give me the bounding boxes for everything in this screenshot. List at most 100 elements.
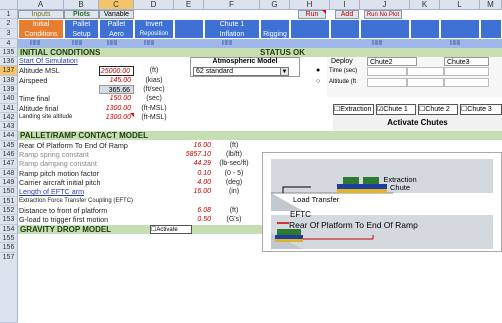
- row-header-143[interactable]: 143: [0, 122, 18, 131]
- column-header-b[interactable]: B: [64, 0, 99, 10]
- row-header-135[interactable]: 135: [0, 48, 18, 57]
- column-header-a[interactable]: A: [18, 0, 64, 10]
- column-header-f[interactable]: F: [204, 0, 260, 10]
- ramp-damping-input[interactable]: 44.29: [174, 159, 214, 169]
- row-header-144[interactable]: 144: [0, 131, 18, 141]
- column-header-h[interactable]: H: [290, 0, 330, 10]
- row-header-2[interactable]: 2: [0, 19, 18, 29]
- altitude-msl-input[interactable]: 25000.00: [99, 66, 134, 76]
- deploy-value-3[interactable]: [444, 67, 489, 76]
- chute1-inflation-button[interactable]: Chute 1 Inflation: [204, 19, 260, 39]
- altitude-final-input[interactable]: 1300.00: [99, 104, 134, 113]
- row4-mark: ||||||||: [372, 40, 383, 46]
- ramp-pitch-input[interactable]: 0.10: [174, 169, 214, 178]
- row4-mark: ||||||||: [450, 40, 461, 46]
- atmospheric-model-select[interactable]: 62 standard: [193, 67, 289, 76]
- plots-tab-button[interactable]: Plots: [64, 10, 99, 19]
- row-header-146[interactable]: 146: [0, 150, 18, 159]
- landing-site-input[interactable]: 1300.00: [99, 113, 134, 122]
- gravity-activate-checkbox[interactable]: ☐Activate: [150, 225, 192, 234]
- nav-blank-m[interactable]: [480, 19, 502, 39]
- invert-label: Invert: [145, 21, 163, 28]
- pallet-bottom: [275, 239, 303, 242]
- deploy-value-2[interactable]: [407, 67, 444, 76]
- altitude-final-label: Altitude final: [19, 104, 59, 113]
- add-button[interactable]: Add: [335, 10, 359, 19]
- invert-reposition-button[interactable]: Invert Reposition: [134, 19, 174, 39]
- deploy-value-5[interactable]: [407, 78, 444, 87]
- nav-blank-e[interactable]: [174, 19, 204, 39]
- nav-blank-j[interactable]: [360, 19, 410, 39]
- deploy-value-1[interactable]: [367, 67, 407, 76]
- row-header-151[interactable]: 151: [0, 197, 18, 206]
- airspeed-input[interactable]: 145.00: [99, 76, 134, 85]
- activate-chutes-label: Activate Chutes: [333, 117, 502, 129]
- row-header-136[interactable]: 136: [0, 57, 18, 66]
- chute2-field[interactable]: Chute2: [367, 57, 417, 66]
- carrier-pitch-input[interactable]: 4.00: [174, 178, 214, 187]
- rigging-button[interactable]: Rigging: [260, 19, 290, 39]
- chute3-field[interactable]: Chute3: [444, 57, 489, 66]
- row-header-157[interactable]: 157: [0, 253, 18, 323]
- time-final-input[interactable]: 150.00: [99, 94, 134, 104]
- column-header-j[interactable]: J: [360, 0, 410, 10]
- deploy-value-6[interactable]: [444, 78, 489, 87]
- column-header-e[interactable]: E: [174, 0, 204, 10]
- row-header-150[interactable]: 150: [0, 187, 18, 197]
- distance-front-unit: (ft): [229, 207, 239, 214]
- nav-blank-k[interactable]: [410, 19, 440, 39]
- row-header-140[interactable]: 140: [0, 94, 18, 104]
- nav-blank-i[interactable]: [330, 19, 360, 39]
- pallet-setup-button[interactable]: Pallet Setup: [64, 19, 99, 39]
- nav-blank-l[interactable]: [440, 19, 480, 39]
- start-simulation-link[interactable]: Start Of Simulation: [19, 57, 129, 66]
- column-header-i[interactable]: I: [330, 0, 360, 10]
- column-header-d[interactable]: D: [134, 0, 174, 10]
- column-header-l[interactable]: L: [440, 0, 480, 10]
- row-header-4[interactable]: 4: [0, 39, 18, 48]
- row-header-149[interactable]: 149: [0, 178, 18, 187]
- initial-conditions-button[interactable]: Initial Conditions: [18, 19, 64, 39]
- row-header-1[interactable]: 1: [0, 10, 18, 19]
- rear-platform-input[interactable]: 16.00: [174, 141, 214, 150]
- eftc-arm-link[interactable]: Length of EFTC arm: [19, 187, 169, 197]
- select-all-corner[interactable]: [0, 0, 18, 10]
- altitude-radio[interactable]: ○: [316, 78, 324, 86]
- inputs-tab-button[interactable]: Inputs: [18, 10, 64, 19]
- column-header-c[interactable]: C: [99, 0, 134, 10]
- column-header-k[interactable]: K: [410, 0, 440, 10]
- row-header-145[interactable]: 145: [0, 141, 18, 150]
- chute3-label: Chute 3: [467, 106, 492, 113]
- row-header-155[interactable]: 155: [0, 234, 18, 243]
- row-header-156[interactable]: 156: [0, 243, 18, 253]
- dropdown-arrow-icon[interactable]: ▼: [280, 67, 289, 76]
- pallet-aero-button[interactable]: Pallet Aero: [99, 19, 134, 39]
- chute3-checkbox[interactable]: ☐Chute 3: [460, 104, 502, 115]
- row-header-153[interactable]: 153: [0, 215, 18, 225]
- row-header-137[interactable]: 137: [0, 66, 18, 76]
- row-header-148[interactable]: 148: [0, 169, 18, 178]
- row-header-142[interactable]: 142: [0, 113, 18, 122]
- g-load-input[interactable]: 0.50: [174, 215, 214, 225]
- deploy-value-4[interactable]: [367, 78, 407, 87]
- ramp-spring-input[interactable]: 5857.10: [174, 150, 214, 159]
- extraction-checkbox[interactable]: ☐Extraction: [333, 104, 374, 115]
- row-header-154[interactable]: 154: [0, 225, 18, 234]
- time-radio[interactable]: ●: [316, 67, 324, 75]
- chute2-checkbox[interactable]: ☐Chute 2: [418, 104, 458, 115]
- variable-tab-button[interactable]: Variable: [99, 10, 134, 19]
- row-header-138[interactable]: 138: [0, 76, 18, 85]
- column-header-m[interactable]: M: [480, 0, 502, 10]
- row-header-147[interactable]: 147: [0, 159, 18, 169]
- chute1-checkbox[interactable]: ☑Chute 1: [376, 104, 416, 115]
- row-header-152[interactable]: 152: [0, 206, 18, 215]
- row-header-139[interactable]: 139: [0, 85, 18, 94]
- row-header-141[interactable]: 141: [0, 104, 18, 113]
- row-header-3[interactable]: 3: [0, 29, 18, 39]
- eftc-arm-input[interactable]: 16.00: [174, 187, 214, 197]
- run-no-plot-button[interactable]: Run No Plot: [364, 10, 402, 19]
- column-header-g[interactable]: G: [260, 0, 290, 10]
- ramp-spring-label: Ramp spring constant: [19, 150, 89, 159]
- nav-blank-h[interactable]: [290, 19, 330, 39]
- distance-front-input[interactable]: 6.08: [174, 206, 214, 215]
